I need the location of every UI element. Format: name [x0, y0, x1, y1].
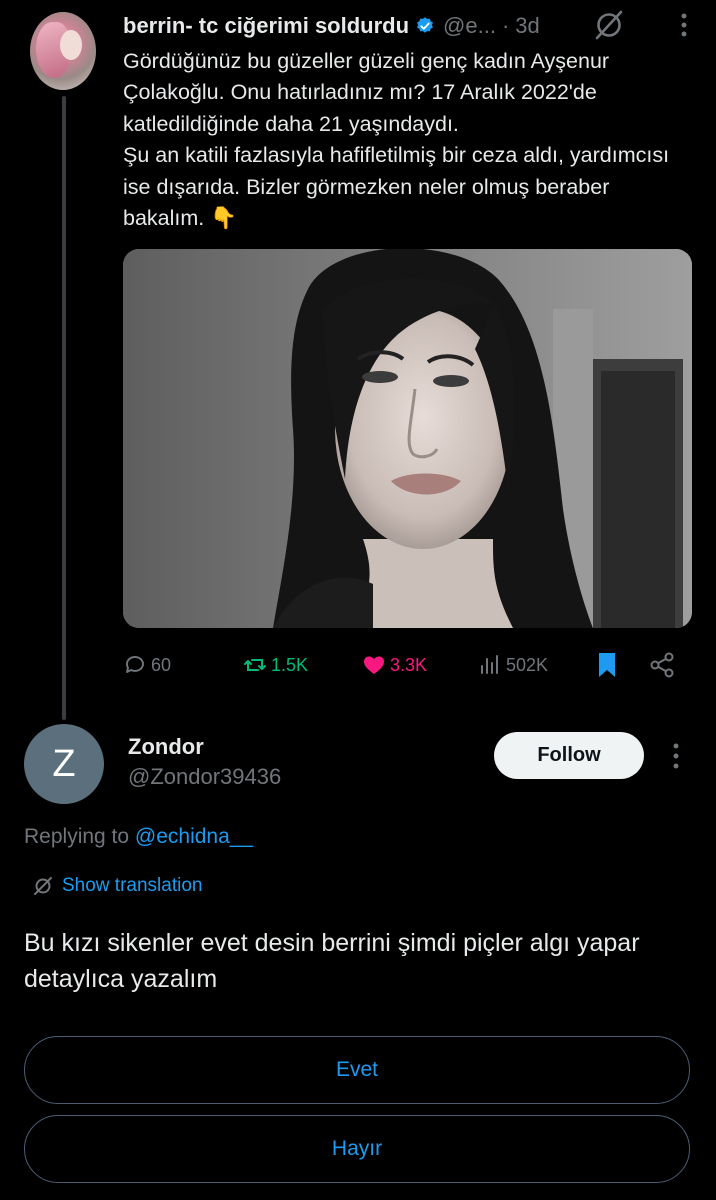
author-avatar[interactable]	[30, 12, 96, 90]
show-translation-label: Show translation	[62, 875, 203, 896]
like-button[interactable]: 3.3K	[362, 648, 427, 682]
reply-icon	[126, 656, 144, 673]
repost-button[interactable]: 1.5K	[243, 648, 308, 682]
views-count: 502K	[506, 654, 549, 675]
tweet-time[interactable]: 3d	[515, 13, 539, 39]
reply-author-name[interactable]: Zondor	[128, 734, 204, 760]
like-count: 3.3K	[390, 654, 428, 675]
reply-text: Bu kızı sikenler evet desin berrini şimd…	[24, 929, 640, 993]
replying-prefix: Replying to	[24, 825, 135, 848]
views-icon	[481, 655, 498, 674]
bookmark-icon[interactable]	[595, 652, 619, 678]
replying-handle-link[interactable]: @echidna__	[135, 825, 253, 848]
author-handle[interactable]: @e...	[443, 13, 496, 39]
tweet-photo[interactable]	[123, 249, 692, 628]
replying-to: Replying to @echidna__	[24, 825, 253, 849]
reply-count: 60	[151, 654, 172, 675]
like-icon	[364, 656, 384, 674]
author-name[interactable]: berrin- tc ciğerimi soldurdu	[123, 13, 409, 39]
verified-badge-icon	[417, 17, 433, 33]
repost-count: 1.5K	[271, 654, 309, 675]
tweet-header: berrin- tc ciğerimi soldurdu @e... · 3d	[123, 12, 540, 40]
avatar-letter: Z	[52, 742, 76, 785]
views-button[interactable]: 502K	[478, 648, 548, 682]
show-translation-link[interactable]: Show translation	[32, 872, 202, 900]
avatar-face	[60, 30, 82, 60]
tweet-actions: 60 1.5K 3.3K 502K	[123, 648, 693, 682]
repost-icon	[244, 659, 266, 671]
reply-button[interactable]: 60	[123, 648, 171, 682]
tweet-text: Gördüğünüz bu güzeller güzeli genç kadın…	[123, 49, 670, 231]
share-icon[interactable]	[649, 652, 675, 678]
thread-line	[62, 96, 66, 720]
translate-icon	[34, 877, 52, 895]
reply-avatar[interactable]: Z	[24, 724, 104, 804]
poll-option-hayir[interactable]: Hayır	[24, 1115, 690, 1183]
more-icon[interactable]	[672, 742, 680, 770]
more-icon[interactable]	[680, 12, 688, 38]
reply-author-handle[interactable]: @Zondor39436	[128, 764, 281, 790]
photo-illustration	[123, 249, 692, 628]
follow-button[interactable]: Follow	[494, 732, 644, 779]
poll-option-evet[interactable]: Evet	[24, 1036, 690, 1104]
grok-icon[interactable]	[592, 8, 626, 42]
separator-dot: ·	[501, 13, 510, 38]
